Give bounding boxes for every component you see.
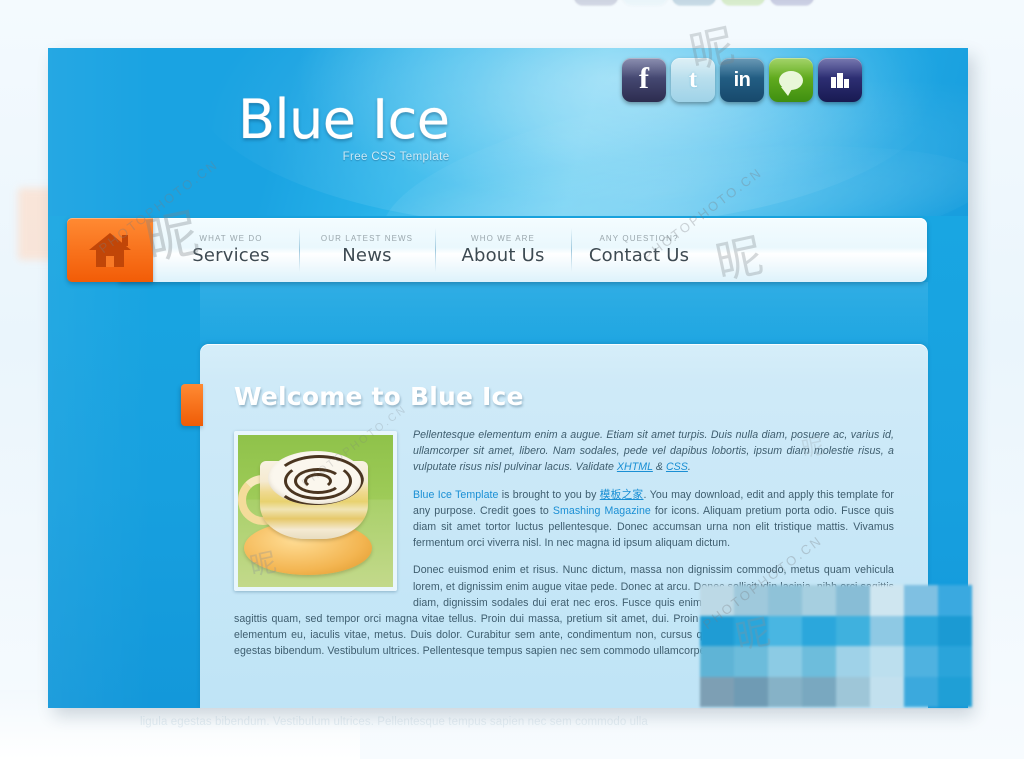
nav-item-contact-us[interactable]: ANY QUESTION? Contact Us: [571, 218, 707, 282]
left-column-shade: [48, 48, 152, 708]
logo-title: Blue Ice: [238, 88, 450, 151]
content-accent-tab: [181, 384, 203, 426]
credits-text-a: is brought to you by: [498, 488, 600, 501]
amp-text: &: [652, 461, 666, 474]
linkedin-glyph: in: [733, 68, 751, 91]
nav-label-services: Services: [192, 245, 270, 266]
smashing-magazine-link[interactable]: Smashing Magazine: [553, 505, 651, 517]
myspace-icon[interactable]: [818, 58, 862, 102]
facebook-glyph: f: [639, 62, 649, 95]
nav-label-contact-us: Contact Us: [588, 245, 690, 266]
nav-kicker-about-us: WHO WE ARE: [471, 234, 535, 243]
speech-bubble-glyph: [779, 70, 803, 96]
xhtml-link[interactable]: XHTML: [617, 461, 653, 473]
nav-kicker-contact-us: ANY QUESTION?: [599, 234, 679, 243]
logo-tagline: Free CSS Template: [342, 151, 450, 163]
page-title: Welcome to Blue Ice: [234, 382, 524, 411]
chat-icon[interactable]: [769, 58, 813, 102]
css-link[interactable]: CSS: [666, 461, 688, 473]
page-backdrop: ligula egestas bibendum. Vestibulum ultr…: [0, 0, 1024, 759]
pixelated-censor-overlay: [700, 585, 972, 707]
main-navigation[interactable]: WHAT WE DO Services OUR LATEST NEWS News…: [67, 218, 927, 282]
intro-end: .: [687, 461, 691, 474]
social-icons-reflection: f t in: [574, 0, 814, 6]
chat-icon-reflection: [721, 0, 765, 6]
nav-label-about-us: About Us: [461, 245, 545, 266]
twitter-glyph: t: [688, 66, 698, 93]
template-home-link[interactable]: 模板之家: [600, 489, 644, 501]
facebook-icon-reflection: f: [574, 0, 618, 6]
social-icon-bar[interactable]: f t in: [622, 58, 862, 102]
reflection-text: ligula egestas bibendum. Vestibulum ultr…: [140, 716, 648, 728]
nav-item-services[interactable]: WHAT WE DO Services: [163, 218, 299, 282]
house-icon: [89, 233, 131, 267]
nav-kicker-services: WHAT WE DO: [199, 234, 263, 243]
myspace-people-glyph: [831, 72, 849, 88]
site-logo[interactable]: Blue Ice Free CSS Template: [238, 88, 450, 164]
nav-items: WHAT WE DO Services OUR LATEST NEWS News…: [163, 218, 707, 282]
twitter-icon-reflection: t: [623, 0, 667, 6]
coffee-cup-photo: [234, 431, 397, 591]
myspace-icon-reflection: [770, 0, 814, 6]
blue-ice-template-link[interactable]: Blue Ice Template: [413, 489, 498, 501]
nav-label-news: News: [342, 245, 392, 266]
nav-item-about-us[interactable]: WHO WE ARE About Us: [435, 218, 571, 282]
linkedin-icon[interactable]: in: [720, 58, 764, 102]
nav-item-news[interactable]: OUR LATEST NEWS News: [299, 218, 435, 282]
facebook-icon[interactable]: f: [622, 58, 666, 102]
home-button[interactable]: [67, 218, 153, 282]
twitter-icon[interactable]: t: [671, 58, 715, 102]
nav-kicker-news: OUR LATEST NEWS: [320, 234, 414, 243]
linkedin-icon-reflection: in: [672, 0, 716, 6]
